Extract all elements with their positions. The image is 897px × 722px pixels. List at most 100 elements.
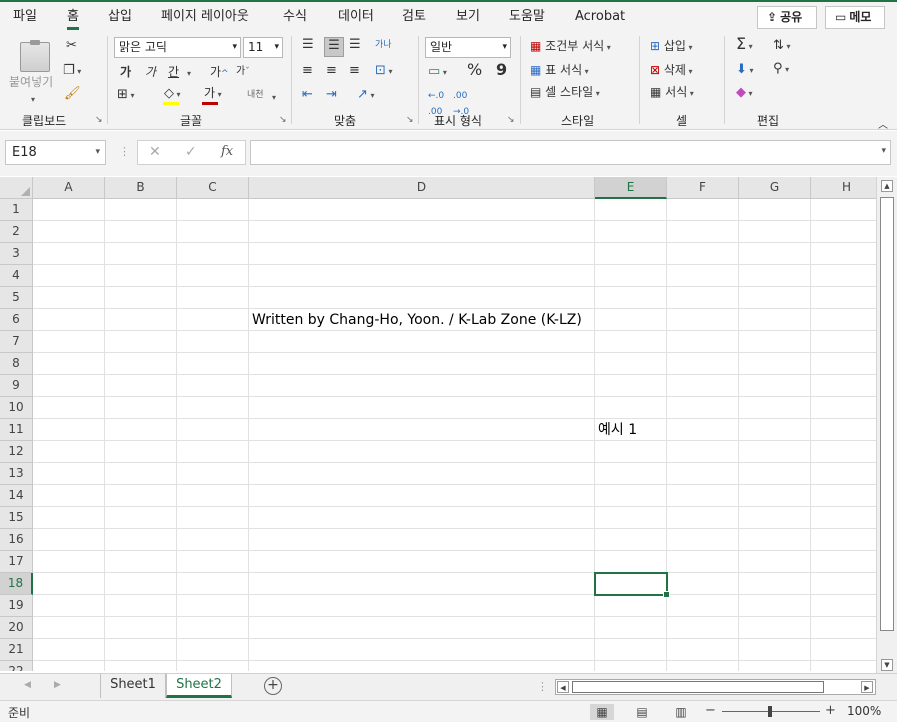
column-header-g[interactable]: G [739, 177, 811, 199]
fill-down-icon[interactable]: ⬇ ▾ [736, 62, 753, 79]
paste-icon[interactable] [20, 40, 50, 72]
column-header-b[interactable]: B [105, 177, 177, 199]
align-center-icon[interactable]: ≡ [326, 63, 337, 79]
column-header-a[interactable]: A [33, 177, 105, 199]
zoom-level[interactable]: 100% [847, 704, 881, 718]
tab-review[interactable]: 검토 [402, 8, 426, 30]
expand-formula-icon[interactable]: ▾ [881, 146, 886, 156]
orientation-icon[interactable]: ↗ ▾ [357, 87, 374, 104]
fill-color-icon[interactable]: ◇ ▾ [164, 86, 181, 103]
cancel-icon[interactable]: ✕ [149, 144, 161, 160]
normal-view-icon[interactable]: ▦ [590, 704, 614, 720]
row-header-10[interactable]: 10 [0, 397, 33, 419]
tab-home[interactable]: 홈 [67, 8, 79, 30]
format-as-table-button[interactable]: ▦ 표 서식 ▾ [530, 62, 589, 80]
row-header-20[interactable]: 20 [0, 617, 33, 639]
memo-button[interactable]: ▭ 메모 [825, 6, 885, 29]
shrink-font-button[interactable]: 가ˇ [236, 64, 250, 80]
row-header-15[interactable]: 15 [0, 507, 33, 529]
paste-button-label[interactable]: 붙여넣기 [9, 74, 53, 90]
align-right-icon[interactable]: ≡ [349, 63, 360, 79]
align-middle-icon[interactable]: ☰ [324, 37, 344, 57]
tab-file[interactable]: 파일 [13, 8, 37, 30]
scroll-down-icon[interactable]: ▼ [881, 659, 893, 671]
tab-view[interactable]: 보기 [456, 8, 480, 30]
decrease-indent-icon[interactable]: ⇤ [302, 87, 313, 103]
align-bottom-icon[interactable]: ☰ [349, 37, 361, 53]
format-painter-icon[interactable]: 🖌 [64, 86, 81, 102]
font-name-combo[interactable]: 맑은 고딕 ▾ [114, 37, 241, 58]
underline-button[interactable]: 간 [168, 64, 179, 80]
zoom-in-button[interactable]: + [825, 703, 836, 718]
clear-icon[interactable]: ◆ ▾ [736, 85, 753, 102]
formula-input[interactable]: ▾ [250, 140, 891, 165]
row-header-22[interactable]: 22 [0, 661, 33, 671]
number-format-combo[interactable]: 일반 ▾ [425, 37, 511, 58]
clipboard-launcher-icon[interactable]: ↘ [95, 115, 103, 125]
row-header-9[interactable]: 9 [0, 375, 33, 397]
add-sheet-icon[interactable]: + [264, 677, 282, 695]
border-icon[interactable]: ⊞ ▾ [117, 87, 134, 104]
delete-cells-button[interactable]: ⊠ 삭제 ▾ [650, 62, 693, 80]
page-break-view-icon[interactable]: ▥ [669, 704, 693, 720]
underline-dropdown-icon[interactable]: ▾ [187, 66, 191, 82]
row-header-13[interactable]: 13 [0, 463, 33, 485]
copy-icon[interactable]: ❐ ▾ [63, 63, 81, 80]
conditional-formatting-button[interactable]: ▦ 조건부 서식 ▾ [530, 38, 611, 56]
row-header-16[interactable]: 16 [0, 529, 33, 551]
row-header-12[interactable]: 12 [0, 441, 33, 463]
cell-d6[interactable]: Written by Chang-Ho, Yoon. / K-Lab Zone … [252, 309, 582, 331]
zoom-slider-thumb[interactable] [768, 706, 772, 717]
select-all-button[interactable] [0, 177, 33, 199]
grow-font-button[interactable]: 가^ [210, 64, 229, 82]
tab-page-layout[interactable]: 페이지 레이아웃 [161, 8, 249, 30]
font-color-icon[interactable]: 가 ▾ [204, 85, 222, 103]
column-header-d[interactable]: D [249, 177, 595, 199]
page-layout-view-icon[interactable]: ▤ [630, 704, 654, 720]
row-header-14[interactable]: 14 [0, 485, 33, 507]
tab-help[interactable]: 도움말 [509, 8, 545, 30]
cell-e11[interactable]: 예시 1 [598, 419, 637, 441]
enter-icon[interactable]: ✓ [185, 144, 197, 160]
align-top-icon[interactable]: ☰ [302, 37, 314, 53]
tab-data[interactable]: 데이터 [338, 8, 374, 30]
insert-cells-button[interactable]: ⊞ 삽입 ▾ [650, 38, 693, 56]
vertical-scrollbar[interactable]: ▲ ▼ [876, 177, 897, 673]
percent-icon[interactable]: % [467, 62, 482, 78]
row-header-6[interactable]: 6 [0, 309, 33, 331]
row-header-3[interactable]: 3 [0, 243, 33, 265]
scroll-left-icon[interactable]: ◀ [557, 681, 569, 693]
accounting-format-icon[interactable]: ▭ ▾ [428, 64, 447, 81]
bold-button[interactable]: 가 [120, 64, 131, 80]
row-header-2[interactable]: 2 [0, 221, 33, 243]
prev-sheet-icon[interactable]: ◀ [24, 680, 31, 690]
row-header-7[interactable]: 7 [0, 331, 33, 353]
tab-acrobat[interactable]: Acrobat [575, 8, 625, 30]
comma-style-icon[interactable]: 9 [496, 62, 507, 78]
tab-insert[interactable]: 삽입 [108, 8, 132, 30]
format-cells-button[interactable]: ▦ 서식 ▾ [650, 84, 694, 102]
alignment-launcher-icon[interactable]: ↘ [406, 115, 414, 125]
number-launcher-icon[interactable]: ↘ [507, 115, 515, 125]
sum-icon[interactable]: Σ ▾ [736, 36, 753, 55]
increase-indent-icon[interactable]: ⇥ [326, 87, 337, 103]
row-header-11[interactable]: 11 [0, 419, 33, 441]
row-header-21[interactable]: 21 [0, 639, 33, 661]
horizontal-scrollbar[interactable]: ◀ ▶ [555, 679, 876, 695]
collapse-ribbon-icon[interactable]: ︿ [878, 116, 888, 131]
sheet-tab-sheet1[interactable]: Sheet1 [100, 674, 166, 698]
sort-filter-icon[interactable]: ⇅ ▾ [773, 38, 790, 55]
cut-icon[interactable]: ✂ [66, 38, 77, 54]
sheet-tab-sheet2[interactable]: Sheet2 [166, 674, 232, 698]
row-header-4[interactable]: 4 [0, 265, 33, 287]
row-header-18[interactable]: 18 [0, 573, 33, 595]
font-launcher-icon[interactable]: ↘ [279, 115, 287, 125]
row-header-5[interactable]: 5 [0, 287, 33, 309]
column-header-f[interactable]: F [667, 177, 739, 199]
phonetic-dropdown-icon[interactable]: ▾ [272, 90, 276, 106]
row-header-8[interactable]: 8 [0, 353, 33, 375]
zoom-out-button[interactable]: − [705, 703, 716, 718]
font-size-combo[interactable]: 11 ▾ [243, 37, 283, 58]
column-header-e[interactable]: E [595, 177, 667, 199]
row-header-19[interactable]: 19 [0, 595, 33, 617]
